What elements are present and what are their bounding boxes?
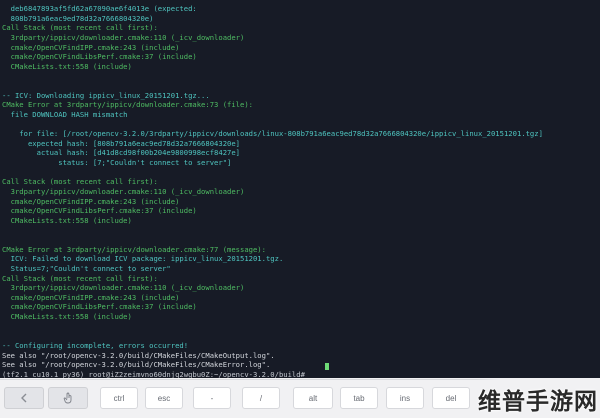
- terminal-line: cmake/OpenCVFindLibsPerf.cmake:37 (inclu…: [2, 52, 197, 62]
- key-slash-label: /: [259, 393, 263, 403]
- terminal-line: CMakeLists.txt:558 (include): [2, 312, 132, 321]
- terminal-line: actual hash: [d41d8cd98f00b204e9800998ec…: [2, 148, 240, 158]
- terminal-line: (tf2.1_cu10.1_py36) root@iZ2zeimvno60dnj…: [2, 369, 310, 378]
- key-del-label: del: [445, 393, 457, 403]
- terminal-line: cmake/OpenCVFindIPP.cmake:243 (include): [2, 42, 180, 52]
- terminal-line: 3rdparty/ippicv/downloader.cmake:110 (_i…: [2, 186, 245, 196]
- terminal-line: CMakeLists.txt:558 (include): [2, 61, 132, 71]
- terminal-line: -- ICV: Downloading ippicv_linux_2015120…: [2, 90, 210, 100]
- hand-pointer-icon: [63, 392, 72, 404]
- key-dash-label: -: [210, 393, 214, 403]
- watermark-logo: 维普手游网: [476, 379, 600, 418]
- terminal-line: 3rdparty/ippicv/downloader.cmake:110 (_i…: [2, 32, 245, 42]
- key-alt[interactable]: alt: [293, 387, 333, 409]
- key-ctrl[interactable]: ctrl: [100, 387, 138, 409]
- terminal-line: See also "/root/opencv-3.2.0/build/CMake…: [2, 360, 271, 370]
- terminal-line: CMakeLists.txt:558 (include): [2, 215, 132, 225]
- key-tab[interactable]: tab: [340, 387, 378, 409]
- terminal-line: Status=7;"Couldn't connect to server": [2, 263, 171, 273]
- terminal-line: Call Stack (most recent call first):: [2, 23, 158, 33]
- terminal-line: CMake Error at 3rdparty/ippicv/downloade…: [2, 100, 253, 110]
- key-esc-label: esc: [157, 393, 171, 403]
- terminal-line: 3rdparty/ippicv/downloader.cmake:110 (_i…: [2, 283, 245, 293]
- watermark-text: 维普手游网: [478, 388, 598, 415]
- key-gesture[interactable]: [48, 387, 88, 409]
- key-tab-label: tab: [353, 393, 365, 403]
- key-slash[interactable]: /: [242, 387, 280, 409]
- key-esc[interactable]: esc: [145, 387, 183, 409]
- chevron-left-icon: [21, 393, 27, 403]
- terminal-line: for file: [/root/opencv-3.2.0/3rdparty/i…: [2, 129, 543, 139]
- terminal-line: See also "/root/opencv-3.2.0/build/CMake…: [2, 350, 275, 360]
- terminal-output[interactable]: deb6847893af5fd62a67090ae6f4013e (expect…: [0, 0, 600, 378]
- terminal-cursor: [325, 363, 329, 370]
- terminal-line: cmake/OpenCVFindLibsPerf.cmake:37 (inclu…: [2, 302, 197, 312]
- terminal-line: ICV: Failed to download ICV package: ipp…: [2, 254, 284, 264]
- terminal-line: Call Stack (most recent call first):: [2, 177, 158, 187]
- key-ins-label: ins: [399, 393, 411, 403]
- terminal-lines: deb6847893af5fd62a67090ae6f4013e (expect…: [2, 4, 600, 378]
- terminal-line: cmake/OpenCVFindLibsPerf.cmake:37 (inclu…: [2, 206, 197, 216]
- key-alt-label: alt: [308, 393, 318, 403]
- key-left-arrow[interactable]: [4, 387, 44, 409]
- terminal-line: status: [7;"Couldn't connect to server"]: [2, 158, 232, 167]
- terminal-line: cmake/OpenCVFindIPP.cmake:243 (include): [2, 292, 180, 302]
- terminal-line: 808b791a6eac9ed78d32a7666804320e): [2, 13, 154, 23]
- key-ctrl-label: ctrl: [113, 393, 125, 403]
- terminal-line: file DOWNLOAD HASH mismatch: [2, 109, 128, 119]
- app-screen: deb6847893af5fd62a67090ae6f4013e (expect…: [0, 0, 600, 418]
- key-ins[interactable]: ins: [386, 387, 424, 409]
- terminal-line: -- Configuring incomplete, errors occurr…: [2, 340, 189, 350]
- terminal-line: deb6847893af5fd62a67090ae6f4013e (expect…: [2, 4, 197, 13]
- terminal-line: cmake/OpenCVFindIPP.cmake:243 (include): [2, 196, 180, 206]
- terminal-line: Call Stack (most recent call first):: [2, 273, 158, 283]
- key-dash[interactable]: -: [193, 387, 231, 409]
- terminal-line: CMake Error at 3rdparty/ippicv/downloade…: [2, 244, 266, 254]
- key-del[interactable]: del: [432, 387, 470, 409]
- terminal-line: expected hash: [808b791a6eac9ed78d32a766…: [2, 138, 240, 148]
